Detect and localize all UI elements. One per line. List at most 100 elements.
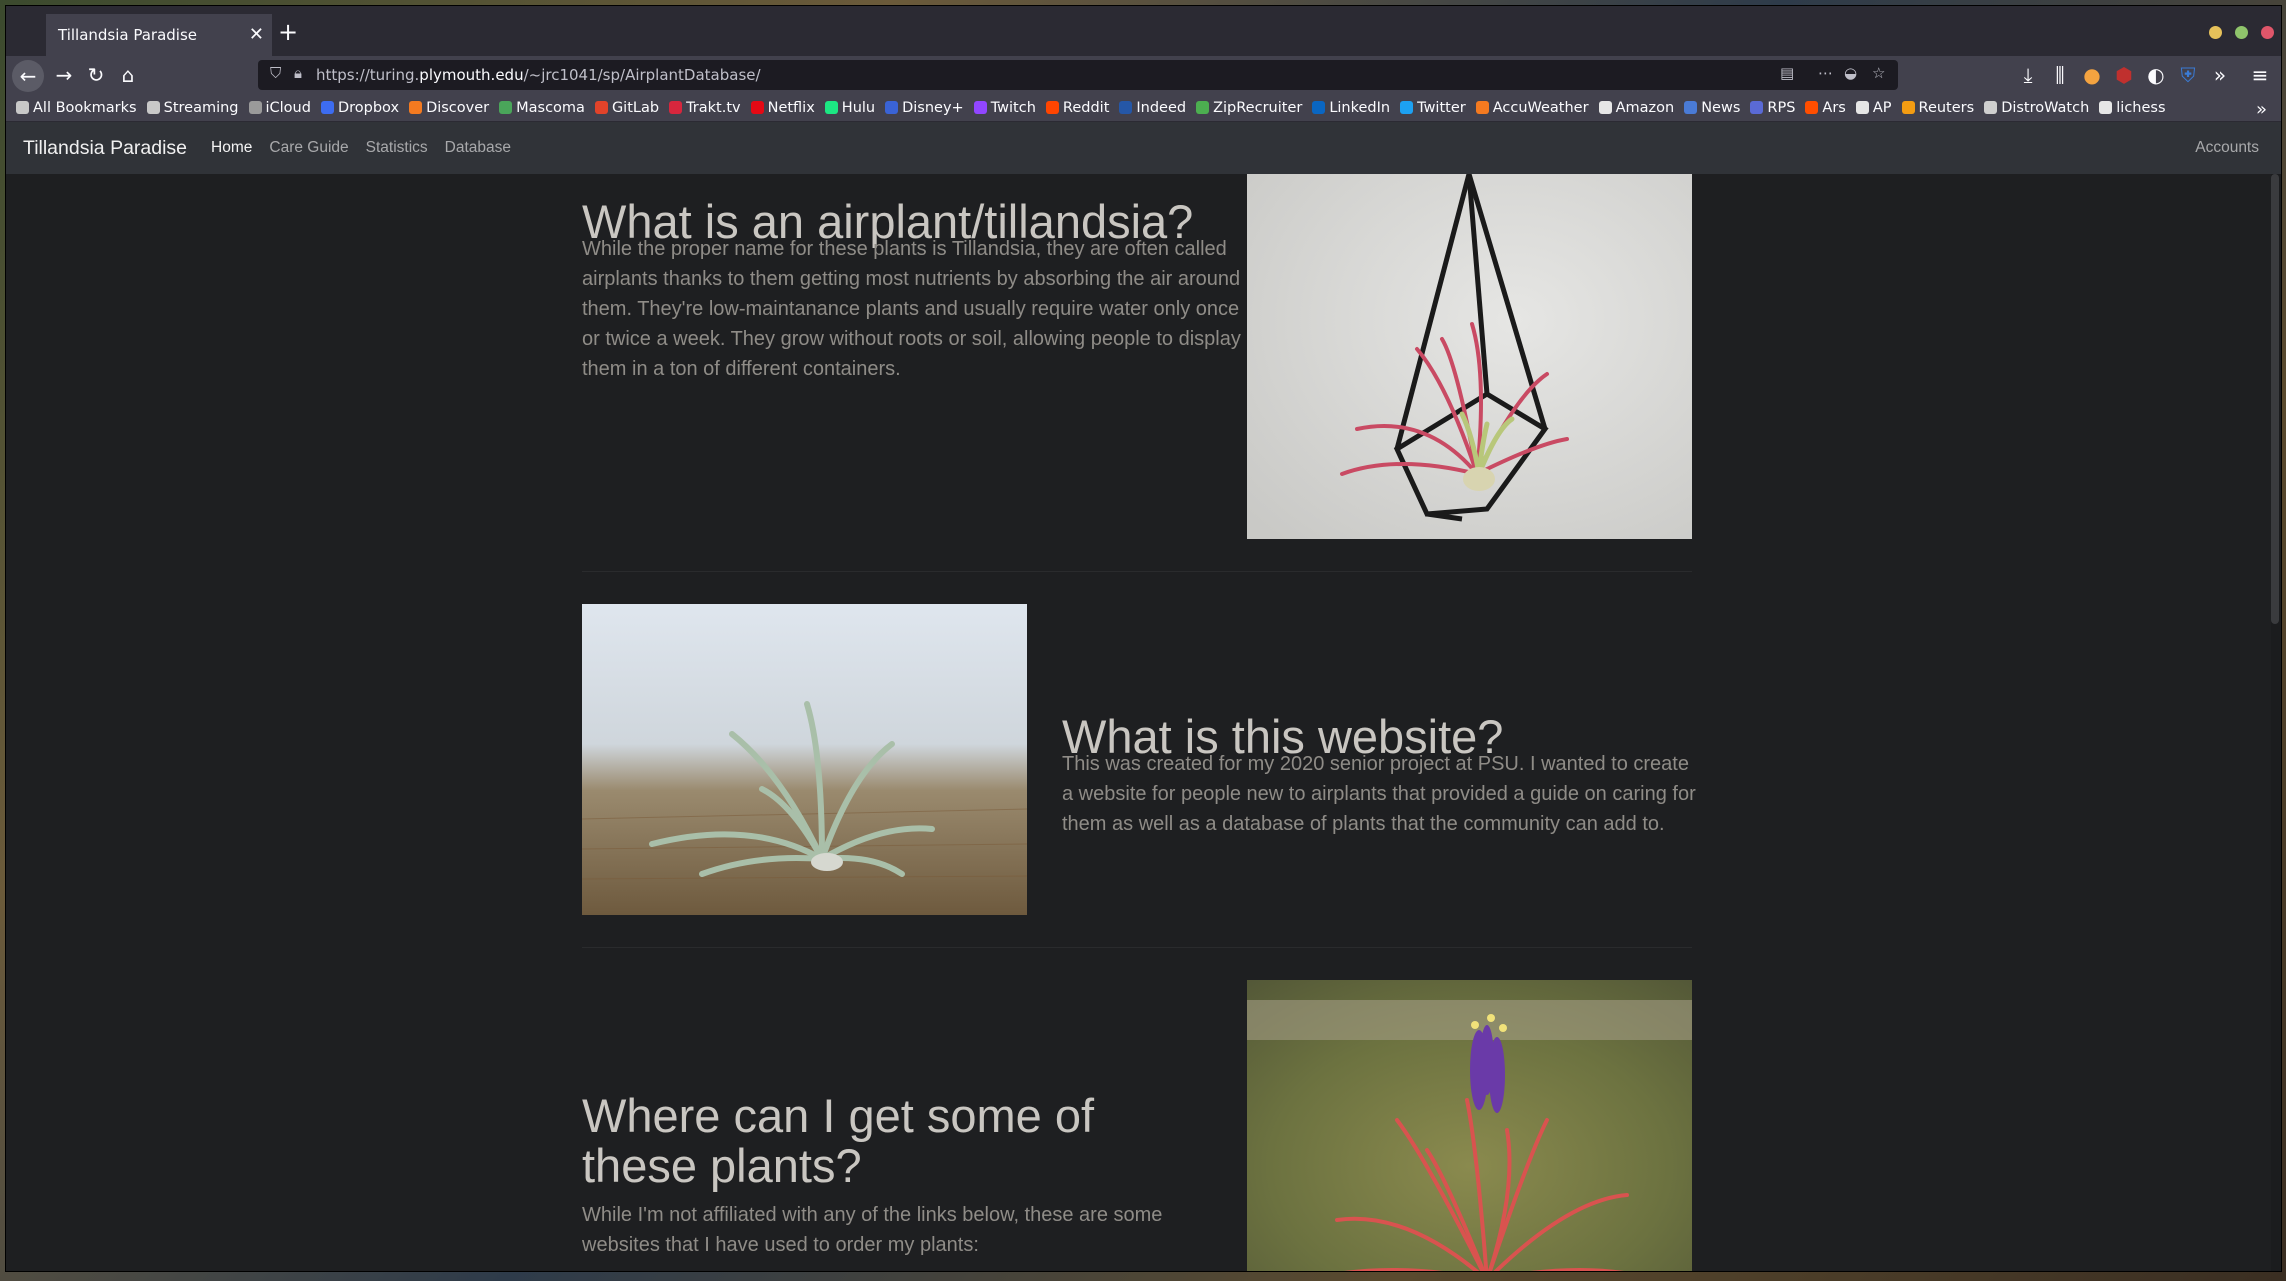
bookmark-label: Hulu — [841, 99, 876, 116]
browser-toolbar: ← → ↻ ⌂ ⛉ 🔒︎ https://turing.plymouth.edu… — [6, 56, 2281, 94]
section-heading-where: Where can I get some of these plants? — [582, 1089, 1095, 1192]
bookmark-gitlab[interactable]: GitLab — [594, 99, 660, 116]
url-bar[interactable]: ⛉ 🔒︎ https://turing.plymouth.edu/~jrc104… — [258, 60, 1898, 90]
bookmark-netflix[interactable]: Netflix — [750, 100, 815, 116]
bookmark-label: ZipRecruiter — [1213, 99, 1303, 116]
section-body-where: While I'm not affiliated with any of the… — [582, 1204, 1163, 1256]
bookmark-distrowatch[interactable]: DistroWatch — [1984, 100, 2089, 116]
forward-arrow-icon[interactable]: → — [50, 62, 78, 88]
bookmark-favicon-icon — [248, 101, 262, 114]
url-text[interactable]: https://turing.plymouth.edu/~jrc1041/sp/… — [316, 66, 761, 84]
bookmark-favicon-icon — [320, 101, 334, 114]
ublock-icon[interactable]: ⬢ — [2110, 62, 2138, 88]
bookmark-label: Indeed — [1136, 99, 1187, 116]
bookmark-icloud[interactable]: iCloud — [248, 100, 311, 116]
bookmark-ap[interactable]: AP — [1855, 99, 1892, 116]
bookmark-favicon-icon — [1400, 101, 1414, 114]
bookmark-ars[interactable]: Ars — [1805, 100, 1846, 116]
bookmark-favicon-icon — [1475, 101, 1489, 114]
bookmark-linkedin[interactable]: LinkedIn — [1312, 100, 1390, 116]
tab-active[interactable]: Tillandsia Paradise ✕ — [46, 14, 272, 56]
bookmark-amazon[interactable]: Amazon — [1598, 100, 1674, 116]
bookmark-favicon-icon — [146, 101, 160, 114]
bookmark-label: GitLab — [611, 99, 660, 116]
bookmark-favicon-icon — [824, 101, 838, 114]
scrollbar-thumb[interactable] — [2271, 174, 2279, 624]
bookmark-favicon-icon — [1805, 101, 1819, 114]
reload-icon[interactable]: ↻ — [82, 62, 110, 88]
bookmark-favicon-icon — [1855, 101, 1869, 114]
downloads-icon[interactable]: ⤓ — [2014, 62, 2042, 88]
site-brand[interactable]: Tillandsia Paradise — [23, 137, 187, 160]
minimize-window-button[interactable] — [2209, 26, 2222, 39]
new-tab-icon[interactable]: + — [278, 20, 298, 44]
bookmark-favicon-icon — [409, 101, 423, 114]
airplant-on-wood-image — [582, 604, 1027, 915]
tab-title: Tillandsia Paradise — [58, 26, 198, 44]
nav-accounts[interactable]: Accounts — [2195, 139, 2259, 157]
bookmark-favicon-icon — [973, 101, 987, 114]
bookmark-favicon-icon — [750, 101, 764, 114]
bookmark-mascoma[interactable]: Mascoma — [499, 100, 585, 116]
nav-home[interactable]: Home — [211, 139, 252, 157]
close-tab-icon[interactable]: ✕ — [249, 24, 264, 45]
bookmark-news[interactable]: News — [1684, 100, 1740, 116]
section-body-website: This was created for my 2020 senior proj… — [1062, 753, 1696, 835]
bookmark-lichess[interactable]: lichess — [2099, 100, 2166, 116]
bookmark-accuweather[interactable]: AccuWeather — [1475, 100, 1589, 116]
bookmark-dropbox[interactable]: Dropbox — [320, 99, 400, 116]
bookmark-streaming[interactable]: Streaming — [146, 100, 239, 116]
bookmark-star-icon[interactable]: ☆ — [1872, 64, 1885, 82]
lock-icon[interactable]: 🔒︎ — [294, 64, 302, 82]
reader-view-icon[interactable]: ▤ — [1780, 64, 1794, 82]
pocket-icon[interactable]: ◒ — [1844, 64, 1857, 82]
bookmark-favicon-icon — [499, 101, 513, 114]
bookmark-all-bookmarks[interactable]: All Bookmarks — [16, 100, 137, 116]
back-arrow-icon[interactable]: ← — [12, 60, 44, 92]
library-icon[interactable]: ⫼ — [2046, 62, 2074, 88]
maximize-window-button[interactable] — [2235, 26, 2248, 39]
home-icon[interactable]: ⌂ — [114, 62, 142, 88]
bookmark-rps[interactable]: RPS — [1750, 100, 1795, 116]
nav-database[interactable]: Database — [445, 139, 511, 157]
nav-statistics[interactable]: Statistics — [366, 139, 428, 157]
bookmarks-overflow-icon[interactable]: » — [2256, 99, 2267, 120]
bookmark-twitch[interactable]: Twitch — [973, 100, 1036, 116]
shield-icon[interactable]: ⛉ — [270, 64, 281, 82]
menu-hamburger-icon[interactable]: ≡ — [2246, 62, 2274, 88]
bookmark-label: Disney+ — [902, 99, 964, 116]
more-actions-icon[interactable]: ⋯ — [1818, 64, 1833, 82]
bookmark-favicon-icon — [16, 101, 29, 114]
bookmark-label: DistroWatch — [2001, 99, 2090, 116]
section-divider — [582, 947, 1692, 948]
bookmark-hulu[interactable]: Hulu — [824, 99, 876, 116]
bookmark-favicon-icon — [1196, 101, 1210, 114]
bookmark-trakt-tv[interactable]: Trakt.tv — [669, 100, 741, 116]
bookmark-favicon-icon — [669, 101, 683, 114]
close-window-button[interactable] — [2261, 26, 2274, 39]
extension-icon-1[interactable]: ● — [2078, 62, 2106, 88]
bookmark-favicon-icon — [1312, 101, 1326, 114]
nav-care-guide[interactable]: Care Guide — [269, 139, 348, 157]
bookmark-label: Twitter — [1417, 99, 1466, 116]
bookmark-ziprecruiter[interactable]: ZipRecruiter — [1196, 100, 1302, 116]
hanging-airplant-image — [1247, 174, 1692, 539]
bookmark-reuters[interactable]: Reuters — [1901, 100, 1974, 116]
bitwarden-icon[interactable]: ⛨ — [2174, 62, 2202, 88]
bookmark-label: Reddit — [1062, 99, 1110, 116]
browser-window: Tillandsia Paradise ✕ + ← → ↻ ⌂ ⛉ 🔒︎ htt… — [6, 6, 2281, 1271]
bookmark-indeed[interactable]: Indeed — [1119, 100, 1186, 116]
bookmark-label: Dropbox — [337, 99, 400, 116]
bookmark-reddit[interactable]: Reddit — [1045, 99, 1110, 116]
bookmark-favicon-icon — [1598, 101, 1612, 114]
bookmark-label: LinkedIn — [1329, 99, 1391, 116]
bookmark-label: AP — [1872, 99, 1892, 116]
bookmark-disney-[interactable]: Disney+ — [885, 100, 964, 116]
bookmark-label: RPS — [1767, 99, 1796, 116]
page-scrollbar[interactable] — [2271, 174, 2281, 1271]
section-divider — [582, 571, 1692, 572]
overflow-chevron-icon[interactable]: » — [2206, 62, 2234, 88]
extension-mask-icon[interactable]: ◐ — [2142, 62, 2170, 88]
bookmark-twitter[interactable]: Twitter — [1400, 100, 1466, 116]
bookmark-discover[interactable]: Discover — [409, 100, 489, 116]
